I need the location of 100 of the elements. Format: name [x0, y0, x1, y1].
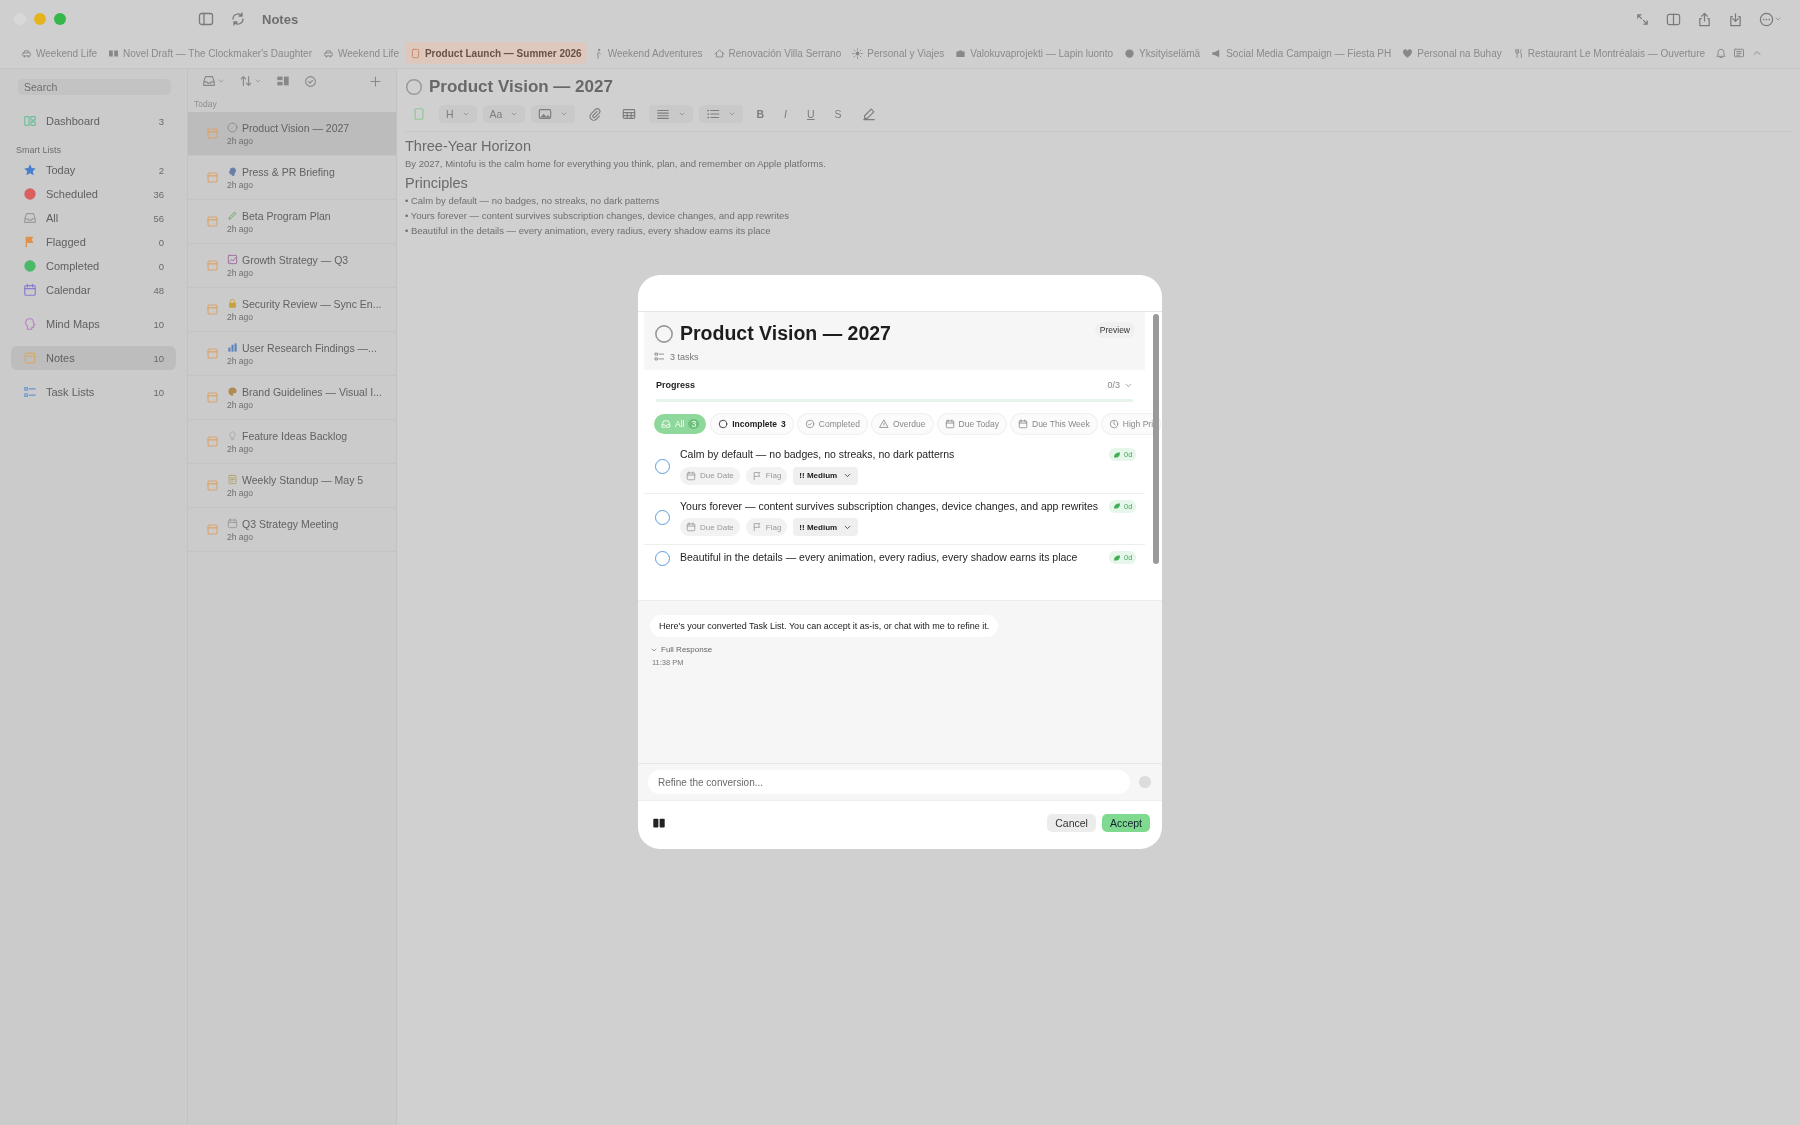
notebook-icon	[206, 303, 219, 316]
scrollbar[interactable]	[1153, 314, 1159, 564]
item-count: 2	[158, 164, 164, 176]
full-response-toggle[interactable]: Full Response	[650, 645, 713, 654]
columns-icon[interactable]	[652, 816, 666, 830]
tab[interactable]: Valokuvaprojekti — Lapin luonto	[950, 42, 1118, 64]
image-button[interactable]	[531, 105, 576, 123]
star-icon	[23, 163, 37, 177]
chevron-down-icon	[560, 110, 569, 118]
tiles-icon[interactable]	[276, 74, 290, 88]
send-icon[interactable]	[1138, 775, 1152, 789]
flag-button[interactable]: Flag	[745, 518, 788, 537]
chip-label: Completed	[818, 419, 860, 429]
note-item[interactable]: User Research Findings —... 2h ago	[188, 332, 396, 376]
window-zoom-button[interactable]	[54, 13, 66, 25]
note-item[interactable]: Growth Strategy — Q3 2h ago	[188, 244, 396, 288]
format-button[interactable]: I	[777, 105, 794, 123]
tab[interactable]: Weekend Adventures	[587, 42, 708, 64]
preview-badge: Preview	[1094, 322, 1135, 338]
sidebar-item[interactable]: Task Lists 10	[11, 380, 176, 404]
paragraph-lines-icon	[656, 107, 671, 121]
filter-chip[interactable]: Due This Week	[1011, 414, 1097, 434]
priority-dropdown[interactable]: !! Medium	[793, 518, 859, 537]
paragraph: • Calm by default — no badges, no streaks, no dark patterns	[405, 195, 661, 206]
filter-chip[interactable]: High Pri	[1101, 414, 1161, 434]
sidebar-item[interactable]: Calendar 48	[11, 278, 176, 302]
note-item[interactable]: Q3 Strategy Meeting 2h ago	[188, 508, 396, 552]
item-count: 56	[153, 212, 164, 224]
tab[interactable]: Yksityiselämä	[1119, 42, 1206, 64]
share-icon[interactable]	[1697, 11, 1712, 27]
sidebar-item[interactable]: Dashboard 3	[11, 109, 176, 133]
search-field[interactable]: Search	[18, 79, 171, 95]
accept-button[interactable]: Accept	[1101, 814, 1150, 832]
priority-dropdown[interactable]: !! Medium	[793, 466, 859, 485]
split-view-icon[interactable]	[1666, 11, 1681, 27]
bell-icon[interactable]	[1715, 47, 1728, 59]
note-time: 2h ago	[227, 399, 254, 410]
format-button[interactable]: U	[799, 105, 822, 123]
notebook-icon	[206, 171, 219, 184]
note-title: Press & PR Briefing	[242, 165, 335, 178]
check-circle-icon[interactable]	[304, 74, 317, 88]
chip-count: 3	[688, 419, 700, 429]
task-count: 3 tasks	[670, 351, 699, 362]
sidebar-item[interactable]: Flagged 0	[11, 230, 176, 254]
tray-icon	[661, 419, 671, 429]
flag-button[interactable]: Flag	[745, 466, 788, 485]
more-icon	[1759, 11, 1774, 27]
note-item[interactable]: Security Review — Sync En... 2h ago	[188, 288, 396, 332]
tray-icon	[202, 74, 216, 88]
note-item[interactable]: Weekly Standup — May 5 2h ago	[188, 464, 396, 508]
sort-menu-button[interactable]	[239, 74, 262, 88]
window-minimize-button[interactable]	[34, 13, 46, 25]
sidebar-item[interactable]: All 56	[11, 206, 176, 230]
note-item[interactable]: Press & PR Briefing 2h ago	[188, 156, 396, 200]
tab[interactable]: Renovación Villa Serrano	[708, 42, 847, 64]
paragraph-style-button[interactable]	[649, 105, 694, 123]
sidebar-icon[interactable]	[198, 11, 214, 27]
paragraph: By 2027, Mintofu is the calm home for everything you think, plan, and remember on Apple platforms.	[405, 158, 827, 169]
tab[interactable]: Novel Draft — The Clockmaker's Daughter	[102, 42, 317, 64]
list-button[interactable]	[699, 105, 744, 123]
fork-knife-icon	[1512, 47, 1524, 59]
format-button[interactable]: B	[749, 105, 772, 123]
format-button[interactable]: H	[439, 105, 477, 123]
refine-field[interactable]: Refine the conversion...	[648, 770, 1130, 794]
filter-chip[interactable]: Due Today	[937, 414, 1006, 434]
refresh-icon[interactable]	[230, 11, 246, 27]
tab[interactable]: Social Media Campaign — Fiesta PH	[1206, 42, 1397, 64]
sidebar-item[interactable]: Scheduled 36	[11, 182, 176, 206]
tab[interactable]: Weekend Life	[16, 42, 102, 64]
reader-icon[interactable]	[1733, 47, 1746, 59]
chat-message: Here's your converted Task List. You can accept it as-is, or chat with me to refine it.	[650, 615, 999, 637]
sidebar-item[interactable]: Today 2	[11, 158, 176, 182]
tab[interactable]: Personal y Viajes	[847, 42, 950, 64]
download-icon[interactable]	[1728, 11, 1743, 27]
sort-icon	[239, 74, 253, 88]
tab[interactable]: Weekend Life	[318, 42, 404, 64]
due-date-button[interactable]: Due Date	[680, 518, 740, 537]
expand-icon[interactable]	[1635, 11, 1650, 27]
format-button[interactable]: S	[827, 105, 849, 123]
filter-chip[interactable]: Overdue	[871, 414, 933, 434]
tab[interactable]: Personal na Buhay	[1397, 42, 1507, 64]
item-label: All	[46, 212, 60, 224]
note-item[interactable]: Brand Guidelines — Visual I... 2h ago	[188, 376, 396, 420]
note-item[interactable]: Feature Ideas Backlog 2h ago	[188, 420, 396, 464]
section-header: Smart Lists	[16, 145, 62, 155]
filter-chip[interactable]: All 3	[654, 414, 707, 434]
add-button[interactable]	[369, 74, 382, 88]
note-item[interactable]: Beta Program Plan 2h ago	[188, 200, 396, 244]
filter-chip[interactable]: Incomplete 3	[711, 414, 793, 434]
due-date-button[interactable]: Due Date	[680, 466, 740, 485]
tab[interactable]: Restaurant Le Montréalais — Ouverture	[1507, 42, 1711, 64]
sidebar-item[interactable]: Completed 0	[11, 254, 176, 278]
sidebar-item[interactable]: Notes 10	[11, 346, 176, 370]
tab[interactable]: Product Launch — Summer 2026	[404, 42, 587, 64]
sidebar-item[interactable]: Mind Maps 10	[11, 312, 176, 336]
cancel-button[interactable]: Cancel	[1047, 814, 1096, 832]
filter-menu-button[interactable]	[202, 74, 225, 88]
note-item[interactable]: Product Vision — 2027 2h ago	[188, 112, 396, 156]
format-button[interactable]: Aa	[482, 105, 526, 123]
filter-chip[interactable]: Completed	[797, 414, 867, 434]
